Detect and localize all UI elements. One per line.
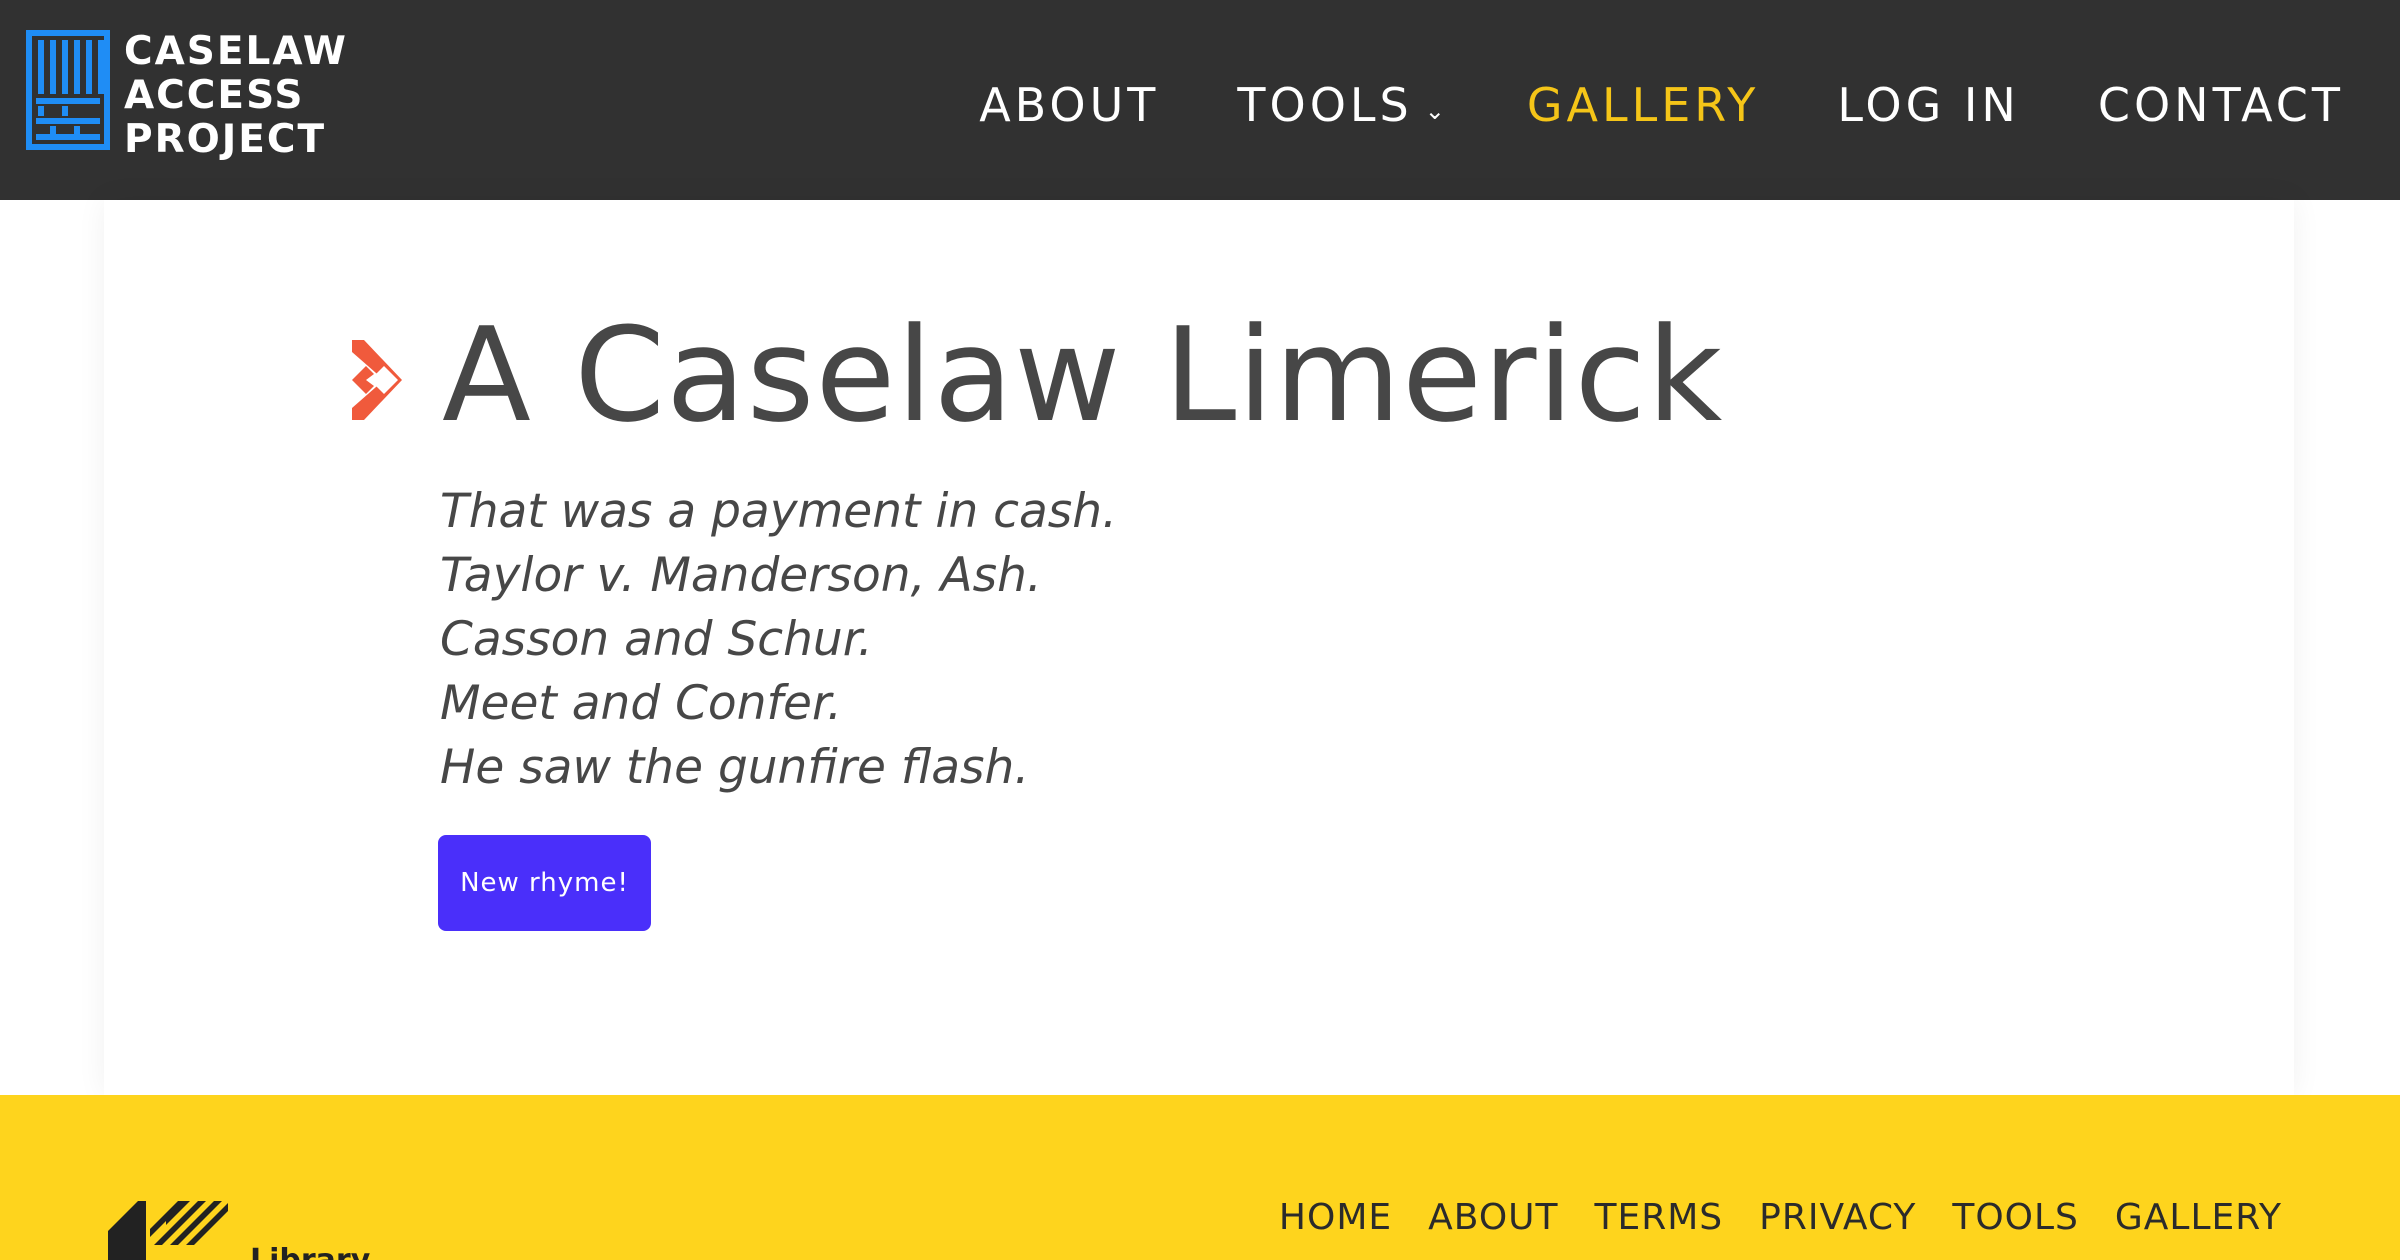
nav-tools-label: TOOLS: [1237, 78, 1413, 132]
title-row: A Caselaw Limerick: [344, 300, 1723, 450]
footer-logo[interactable]: Library: [108, 1201, 370, 1260]
poem-line-4: Meet and Confer.: [440, 676, 842, 731]
diamond-chevron-icon: [352, 340, 402, 420]
footer-link-about[interactable]: ABOUT: [1428, 1197, 1558, 1238]
logo-wordmark: CASELAW ACCESS PROJECT: [124, 30, 348, 162]
nav-gallery-label: GALLERY: [1526, 78, 1760, 132]
poem-line-3: Casson and Schur.: [440, 612, 873, 667]
main-nav: ABOUT TOOLS ⌄ GALLERY LOG IN CONTACT: [901, 78, 2344, 132]
poem-line-1: That was a payment in cash.: [440, 484, 1118, 539]
site-logo[interactable]: CASELAW ACCESS PROJECT: [26, 30, 348, 162]
nav-about[interactable]: ABOUT: [979, 78, 1159, 132]
logo-line-2: ACCESS: [124, 73, 305, 118]
logo-line-1: CASELAW: [124, 29, 348, 74]
nav-about-label: ABOUT: [979, 78, 1160, 132]
logo-line-3: PROJECT: [124, 117, 327, 162]
limerick-text: That was a payment in cash. Taylor v. Ma…: [440, 480, 1117, 800]
nav-gallery[interactable]: GALLERY: [1527, 78, 1760, 132]
poem-line-5: He saw the gunfire flash.: [440, 740, 1030, 795]
nav-contact[interactable]: CONTACT: [2098, 78, 2344, 132]
chevron-down-icon: ⌄: [1424, 97, 1449, 125]
site-footer: Library HOME ABOUT TERMS PRIVACY TOOLS G…: [0, 1095, 2400, 1260]
library-logo-icon: [108, 1201, 228, 1260]
nav-login[interactable]: LOG IN: [1837, 78, 2019, 132]
site-header: CASELAW ACCESS PROJECT ABOUT TOOLS ⌄ GAL…: [0, 0, 2400, 200]
nav-contact-label: CONTACT: [2097, 78, 2344, 132]
cap-grid-logo-icon: [26, 30, 110, 150]
footer-link-gallery[interactable]: GALLERY: [2115, 1197, 2282, 1238]
nav-tools[interactable]: TOOLS ⌄: [1237, 78, 1448, 132]
new-rhyme-button[interactable]: New rhyme!: [438, 835, 651, 931]
nav-login-label: LOG IN: [1837, 78, 2020, 132]
footer-nav: HOME ABOUT TERMS PRIVACY TOOLS GALLERY: [1243, 1197, 2282, 1238]
page-title: A Caselaw Limerick: [442, 299, 1724, 451]
footer-link-privacy[interactable]: PRIVACY: [1759, 1197, 1916, 1238]
content-card: A Caselaw Limerick That was a payment in…: [104, 200, 2294, 1095]
footer-link-tools[interactable]: TOOLS: [1952, 1197, 2079, 1238]
footer-logo-text: Library: [250, 1243, 370, 1260]
footer-link-terms[interactable]: TERMS: [1595, 1197, 1724, 1238]
poem-line-2: Taylor v. Manderson, Ash.: [440, 548, 1042, 603]
footer-link-home[interactable]: HOME: [1279, 1197, 1392, 1238]
